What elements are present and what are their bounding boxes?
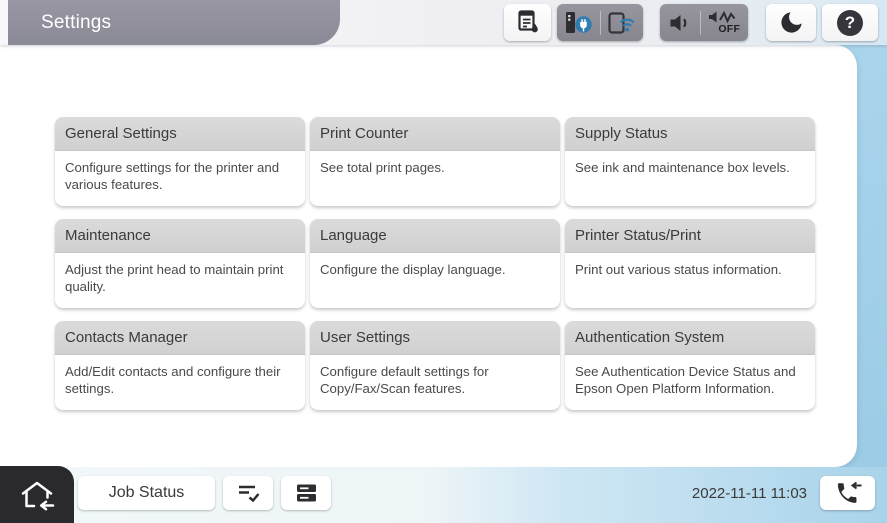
card-title: Language <box>310 219 560 253</box>
card-title: User Settings <box>310 321 560 355</box>
card-printer-status-print[interactable]: Printer Status/Print Print out various s… <box>565 219 815 308</box>
help-icon: ? <box>837 10 863 36</box>
card-title: Print Counter <box>310 117 560 151</box>
network-status-button[interactable] <box>557 4 643 41</box>
sleep-mode-button[interactable] <box>766 4 816 41</box>
settings-card-grid: General Settings Configure settings for … <box>55 117 815 410</box>
card-maintenance[interactable]: Maintenance Adjust the print head to mai… <box>55 219 305 308</box>
speaker-icon <box>668 12 692 34</box>
card-description: See total print pages. <box>310 151 560 176</box>
card-print-counter[interactable]: Print Counter See total print pages. <box>310 117 560 206</box>
sound-settings-button[interactable]: OFF <box>660 4 748 41</box>
card-description: See ink and maintenance box levels. <box>565 151 815 176</box>
sleep-icon <box>778 9 805 36</box>
main-panel: General Settings Configure settings for … <box>0 45 857 467</box>
sound-off-label: OFF <box>718 24 740 35</box>
paper-tray-icon <box>294 482 319 504</box>
paper-tray-button[interactable] <box>281 476 331 510</box>
card-description: See Authentication Device Status and Eps… <box>565 355 815 397</box>
printer-touchscreen: Settings <box>0 0 887 523</box>
help-button[interactable]: ? <box>822 4 878 41</box>
card-description: Configure settings for the printer and v… <box>55 151 305 193</box>
job-status-label: Job Status <box>109 484 185 502</box>
job-status-button[interactable]: Job Status <box>78 476 215 510</box>
fax-receive-icon <box>833 480 863 506</box>
card-title: Printer Status/Print <box>565 219 815 253</box>
card-description: Configure the display language. <box>310 253 560 278</box>
card-supply-status[interactable]: Supply Status See ink and maintenance bo… <box>565 117 815 206</box>
card-title: Authentication System <box>565 321 815 355</box>
card-title: Contacts Manager <box>55 321 305 355</box>
card-general-settings[interactable]: General Settings Configure settings for … <box>55 117 305 206</box>
card-title: Supply Status <box>565 117 815 151</box>
footer-left-buttons: Job Status <box>78 476 331 510</box>
card-authentication-system[interactable]: Authentication System See Authentication… <box>565 321 815 410</box>
topbar-buttons: OFF ? <box>504 4 878 41</box>
button-divider <box>600 11 601 35</box>
paper-ink-status-button[interactable] <box>504 4 551 41</box>
bottom-bar: Job Status <box>0 467 887 523</box>
card-description: Adjust the print head to maintain print … <box>55 253 305 295</box>
card-user-settings[interactable]: User Settings Configure default settings… <box>310 321 560 410</box>
home-button[interactable] <box>0 466 74 523</box>
wired-network-icon <box>563 9 593 37</box>
top-bar: Settings <box>0 0 887 45</box>
wifi-device-icon <box>607 9 637 37</box>
home-icon <box>18 479 56 511</box>
sound-off-icon: OFF <box>708 10 740 35</box>
paper-ink-status-icon <box>515 9 541 36</box>
card-description: Print out various status information. <box>565 253 815 278</box>
card-language[interactable]: Language Configure the display language. <box>310 219 560 308</box>
card-title: General Settings <box>55 117 305 151</box>
card-description: Add/Edit contacts and configure their se… <box>55 355 305 397</box>
footer-right: 2022-11-11 11:03 <box>692 476 875 510</box>
button-divider <box>700 11 701 35</box>
page-title: Settings <box>8 0 340 45</box>
timestamp: 2022-11-11 11:03 <box>692 485 807 502</box>
job-queue-icon <box>235 482 262 504</box>
card-title: Maintenance <box>55 219 305 253</box>
card-contacts-manager[interactable]: Contacts Manager Add/Edit contacts and c… <box>55 321 305 410</box>
card-description: Configure default settings for Copy/Fax/… <box>310 355 560 397</box>
page-title-label: Settings <box>41 12 111 34</box>
fax-receive-button[interactable] <box>820 476 875 510</box>
job-queue-button[interactable] <box>223 476 273 510</box>
